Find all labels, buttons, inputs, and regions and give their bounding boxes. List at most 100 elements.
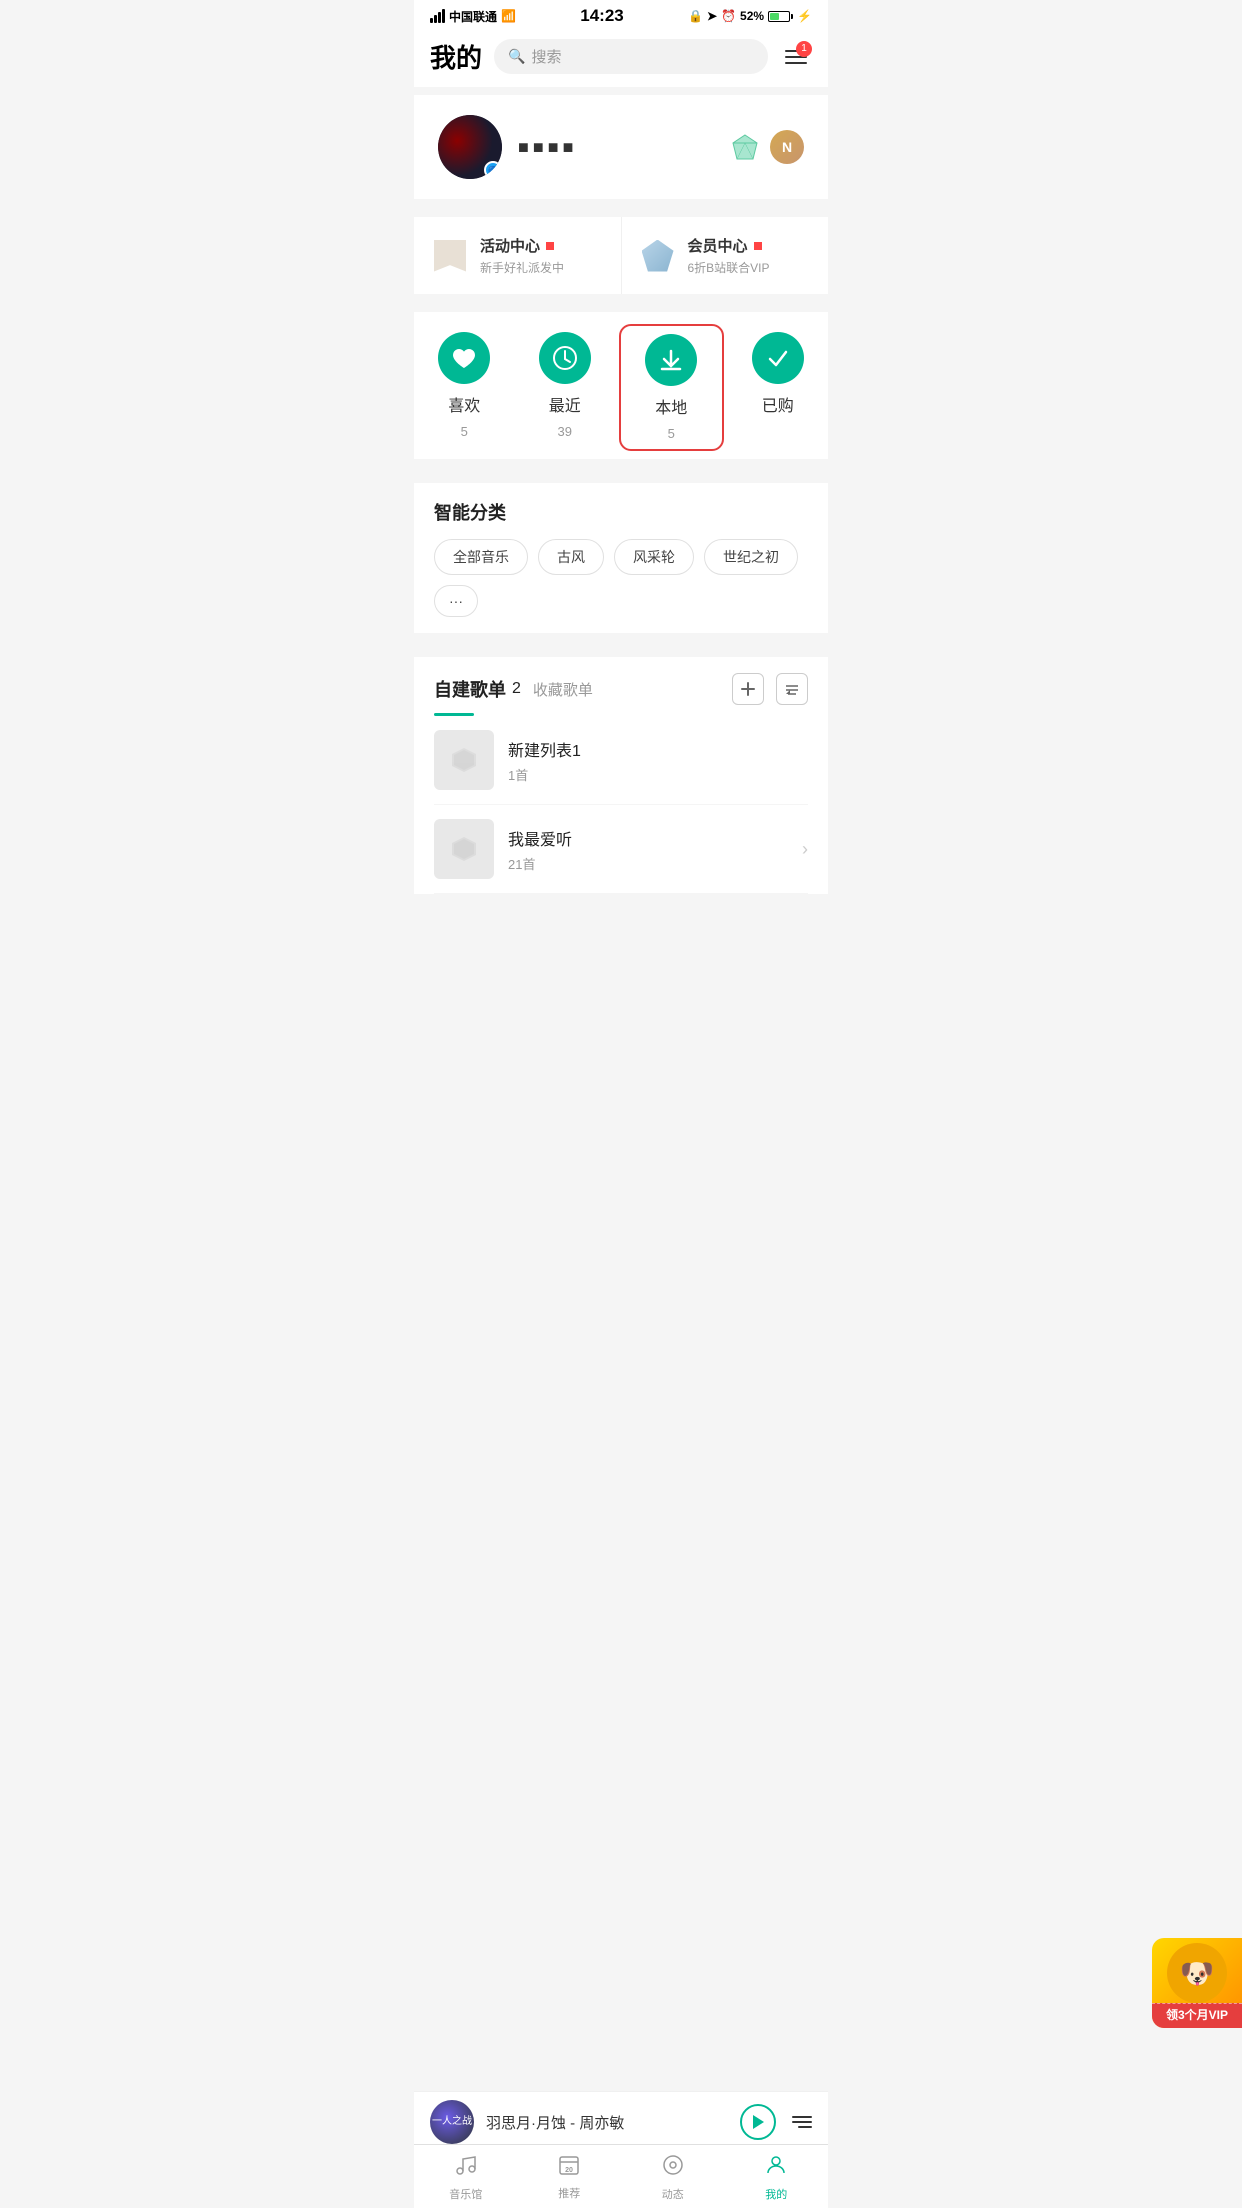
tag-more[interactable]: ··· — [434, 585, 478, 617]
tags-row: 全部音乐 古风 风采轮 世纪之初 ··· — [434, 539, 808, 617]
smart-categories-title: 智能分类 — [434, 499, 808, 525]
playlist-item-1[interactable]: 我最爱听 21首 › — [434, 805, 808, 894]
status-right: 🔒 ➤ ⏰ 52% ⚡ — [688, 9, 812, 23]
playlist-name-0: 新建列表1 — [508, 737, 808, 761]
activity-dot — [546, 242, 554, 250]
coin-badge-icon: N — [770, 130, 804, 164]
tag-fengcailun[interactable]: 风采轮 — [614, 539, 694, 575]
tab-dynamic-label: 动态 — [662, 2186, 684, 2202]
tag-gufeng[interactable]: 古风 — [538, 539, 604, 575]
alarm-icon: ⏰ — [721, 9, 736, 23]
vip-dog-mascot: 🐶 — [1167, 1943, 1227, 2003]
menu-button[interactable]: 1 — [780, 41, 812, 73]
playlist-info-1: 我最爱听 21首 — [508, 826, 788, 873]
carrier-label: 中国联通 — [449, 8, 497, 25]
tab-music-label: 音乐馆 — [449, 2186, 482, 2202]
activity-center-text: 活动中心 新手好礼派发中 — [480, 235, 601, 276]
tab-recommend[interactable]: 20 推荐 — [518, 2145, 622, 2208]
playlist-count: 2 — [512, 680, 521, 698]
location-icon: ➤ — [707, 9, 717, 23]
status-bar: 中国联通 📶 14:23 🔒 ➤ ⏰ 52% ⚡ — [414, 0, 828, 30]
tab-recommend-label: 推荐 — [558, 2185, 580, 2201]
activity-row: 活动中心 新手好礼派发中 会员中心 6折B站联合VIP — [414, 217, 828, 294]
svg-text:20: 20 — [565, 2167, 573, 2174]
playlist-actions — [732, 673, 808, 705]
tag-all[interactable]: 全部音乐 — [434, 539, 528, 575]
quick-like-label: 喜欢 — [448, 392, 480, 416]
quick-item-purchased[interactable]: 已购 — [728, 332, 829, 443]
dynamic-tab-icon — [661, 2153, 685, 2183]
profile-card: 🔵 ■■■■ N — [414, 95, 828, 199]
tab-mine-label: 我的 — [765, 2186, 787, 2202]
playlist-info-0: 新建列表1 1首 — [508, 737, 808, 784]
playlist-songs-1: 21首 — [508, 854, 788, 873]
queue-button[interactable] — [792, 2104, 812, 2140]
signal-icon — [430, 9, 445, 23]
quick-item-recent[interactable]: 最近 39 — [515, 332, 616, 443]
tab-dynamic[interactable]: 动态 — [621, 2145, 725, 2208]
member-icon — [642, 240, 674, 272]
local-icon — [645, 334, 697, 386]
quick-item-local[interactable]: 本地 5 — [619, 324, 724, 451]
playlist-header: 自建歌单 2 收藏歌单 — [434, 673, 808, 705]
page-title: 我的 — [430, 38, 482, 75]
member-dot — [754, 242, 762, 250]
music-tab-icon — [454, 2153, 478, 2183]
playlist-thumb-1 — [434, 819, 494, 879]
avatar[interactable]: 🔵 — [438, 115, 502, 179]
tab-recommend-badge-container: 20 — [557, 2153, 581, 2182]
tab-bar: 音乐馆 20 推荐 动态 我的 — [414, 2144, 828, 2208]
vip-banner[interactable]: 🐶 领3个月VIP — [1152, 1938, 1242, 2028]
profile-name: ■■■■ — [518, 137, 578, 158]
now-playing-info: 羽思月·月蚀 - 周亦敏 — [486, 2112, 728, 2133]
add-playlist-button[interactable] — [732, 673, 764, 705]
status-left: 中国联通 📶 — [430, 8, 516, 25]
now-playing-bar[interactable]: 一人之战 羽思月·月蚀 - 周亦敏 — [414, 2091, 828, 2152]
quick-local-count: 5 — [668, 426, 675, 441]
search-placeholder: 搜索 — [531, 46, 561, 67]
tag-shiji[interactable]: 世纪之初 — [704, 539, 798, 575]
diamond-badge-icon — [728, 130, 762, 164]
quick-recent-label: 最近 — [549, 392, 581, 416]
activity-center-sub: 新手好礼派发中 — [480, 259, 601, 276]
activity-center-item[interactable]: 活动中心 新手好礼派发中 — [414, 217, 622, 294]
tab-music[interactable]: 音乐馆 — [414, 2145, 518, 2208]
bookmark-icon — [434, 240, 466, 272]
activity-center-title: 活动中心 — [480, 235, 601, 256]
search-bar[interactable]: 🔍 搜索 — [494, 39, 768, 74]
clock: 14:23 — [580, 6, 623, 26]
lock-icon: 🔒 — [688, 9, 703, 23]
playlist-name-1: 我最爱听 — [508, 826, 788, 850]
tab-mine[interactable]: 我的 — [725, 2145, 829, 2208]
playlist-thumb-0 — [434, 730, 494, 790]
like-icon — [438, 332, 490, 384]
now-playing-actions — [740, 2104, 812, 2140]
play-button[interactable] — [740, 2104, 776, 2140]
header: 我的 🔍 搜索 1 — [414, 30, 828, 87]
mine-tab-icon — [764, 2153, 788, 2183]
playlist-item-0[interactable]: 新建列表1 1首 — [434, 716, 808, 805]
quick-item-like[interactable]: 喜欢 5 — [414, 332, 515, 443]
charging-icon: ⚡ — [797, 9, 812, 23]
menu-badge: 1 — [796, 41, 812, 57]
playlist-collection-tab[interactable]: 收藏歌单 — [533, 679, 593, 700]
quick-access: 喜欢 5 最近 39 本地 5 已购 — [414, 312, 828, 459]
search-icon: 🔍 — [508, 48, 525, 65]
profile-badges: N — [728, 130, 804, 164]
playlist-section: 自建歌单 2 收藏歌单 新建列表1 1首 — [414, 657, 828, 894]
now-playing-thumb: 一人之战 — [430, 2100, 474, 2144]
battery-percent: 52% — [740, 9, 764, 23]
sort-playlist-button[interactable] — [776, 673, 808, 705]
quick-purchased-label: 已购 — [762, 392, 794, 416]
member-center-item[interactable]: 会员中心 6折B站联合VIP — [622, 217, 829, 294]
quick-recent-count: 39 — [558, 424, 572, 439]
playlist-section-title: 自建歌单 — [434, 676, 506, 702]
playlist-arrow-1: › — [802, 839, 808, 860]
recent-icon — [539, 332, 591, 384]
playlist-songs-0: 1首 — [508, 765, 808, 784]
purchased-icon — [752, 332, 804, 384]
quick-local-label: 本地 — [655, 394, 687, 418]
quick-like-count: 5 — [461, 424, 468, 439]
member-center-title: 会员中心 — [688, 235, 809, 256]
vip-banner-text: 领3个月VIP — [1152, 2003, 1242, 2028]
